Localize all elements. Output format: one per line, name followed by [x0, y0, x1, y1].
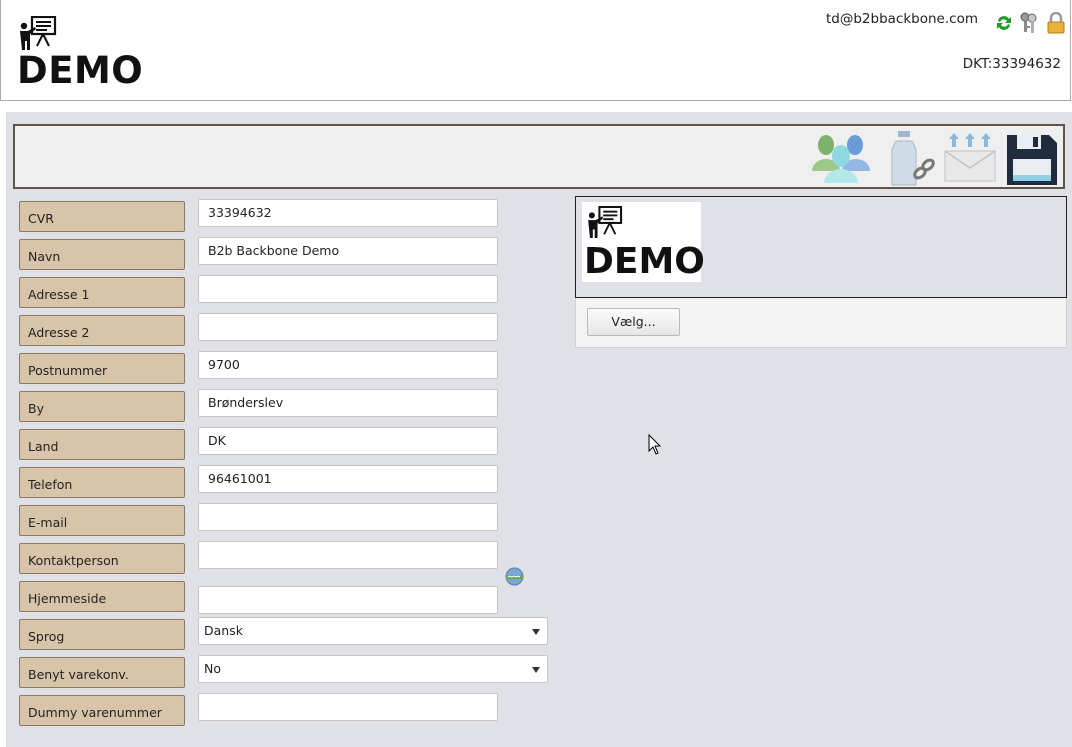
- benyt-varekonv-select[interactable]: No: [198, 655, 548, 683]
- thumbnail-logo-text: DEMO: [584, 241, 705, 282]
- adresse2-input[interactable]: [198, 313, 498, 341]
- image-choose-bar: Vælg...: [575, 298, 1067, 348]
- adresse1-label: Adresse 1: [19, 277, 185, 308]
- logo-thumbnail: DEMO: [582, 202, 705, 282]
- toolbar: [13, 124, 1065, 189]
- kontaktperson-input[interactable]: [198, 541, 498, 569]
- main-panel: CVR 33394632 Navn B2b Backbone Demo Adre…: [6, 112, 1072, 747]
- globe-icon[interactable]: [505, 567, 524, 586]
- mouse-cursor-icon: [648, 434, 662, 455]
- by-label: By: [19, 391, 185, 422]
- cvr-label: CVR: [19, 201, 185, 232]
- presenter-icon: [588, 206, 623, 238]
- users-icon[interactable]: [810, 131, 872, 187]
- sprog-select[interactable]: Dansk: [198, 617, 548, 645]
- land-label: Land: [19, 429, 185, 460]
- logo-image-panel: DEMO: [575, 196, 1067, 298]
- postnummer-input[interactable]: 9700: [198, 351, 498, 379]
- dropdown-arrow-icon: [532, 667, 540, 673]
- benyt-varekonv-label: Benyt varekonv.: [19, 657, 185, 688]
- hjemmeside-label: Hjemmeside: [19, 581, 185, 612]
- logo-text: DEMO: [17, 49, 144, 92]
- keys-icon[interactable]: [1018, 12, 1040, 34]
- benyt-varekonv-selected-value: No: [204, 661, 221, 676]
- choose-image-button[interactable]: Vælg...: [587, 308, 680, 336]
- save-disk-icon[interactable]: [1005, 131, 1059, 187]
- navn-input[interactable]: B2b Backbone Demo: [198, 237, 498, 265]
- dummy-varenummer-label: Dummy varenummer: [19, 695, 185, 726]
- company-logo: DEMO: [17, 16, 143, 90]
- telefon-input[interactable]: 96461001: [198, 465, 498, 493]
- postnummer-label: Postnummer: [19, 353, 185, 384]
- telefon-label: Telefon: [19, 467, 185, 498]
- app-header: DEMO td@b2bbackbone.com DKT:33394632: [0, 0, 1071, 101]
- account-id: DKT:33394632: [962, 56, 1061, 72]
- by-input[interactable]: Brønderslev: [198, 389, 498, 417]
- mail-upload-icon[interactable]: [941, 131, 1003, 187]
- hjemmeside-input[interactable]: [198, 586, 498, 614]
- dropdown-arrow-icon: [532, 629, 540, 635]
- sprog-selected-value: Dansk: [204, 623, 243, 638]
- adresse2-label: Adresse 2: [19, 315, 185, 346]
- email-label: E-mail: [19, 505, 185, 536]
- refresh-icon[interactable]: [994, 12, 1014, 34]
- email-input[interactable]: [198, 503, 498, 531]
- kontaktperson-label: Kontaktperson: [19, 543, 185, 574]
- adresse1-input[interactable]: [198, 275, 498, 303]
- dummy-varenummer-input[interactable]: [198, 693, 498, 721]
- navn-label: Navn: [19, 239, 185, 270]
- cvr-input[interactable]: 33394632: [198, 199, 498, 227]
- land-input[interactable]: DK: [198, 427, 498, 455]
- presenter-icon: [20, 16, 57, 50]
- user-email[interactable]: td@b2bbackbone.com: [826, 11, 978, 27]
- sprog-label: Sprog: [19, 619, 185, 650]
- lock-icon[interactable]: [1046, 12, 1066, 34]
